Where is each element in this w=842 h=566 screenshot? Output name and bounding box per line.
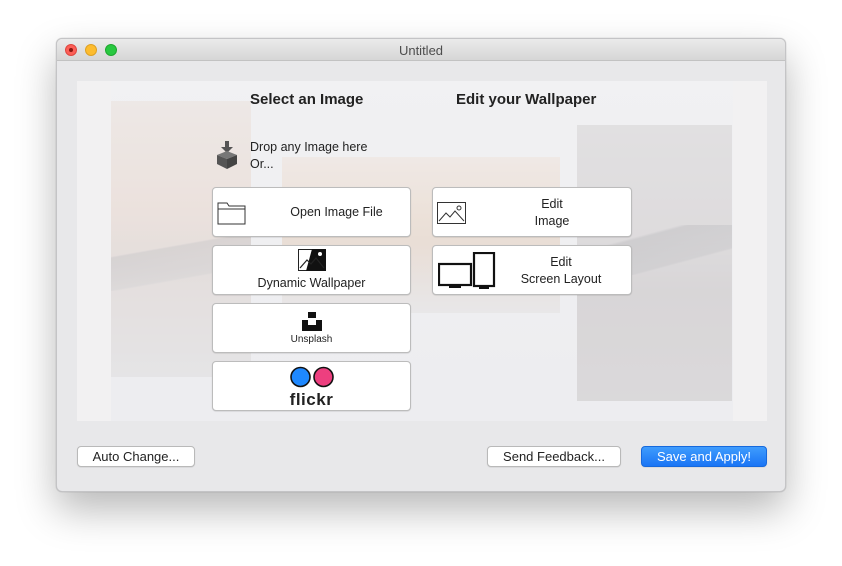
dynamic-wallpaper-icon	[298, 249, 326, 271]
folder-icon	[217, 202, 246, 225]
save-and-apply-button[interactable]: Save and Apply!	[641, 446, 767, 467]
screens-icon	[438, 252, 496, 289]
edit-image-button[interactable]: Edit Image	[432, 187, 632, 237]
edit-wallpaper-heading: Edit your Wallpaper	[456, 91, 597, 108]
wallpaper-preview-backdrop	[77, 81, 767, 421]
app-window: Untitled Select an Image Drop any Image …	[56, 38, 786, 492]
window-title: Untitled	[398, 43, 444, 58]
flickr-logo-icon	[290, 366, 334, 388]
open-image-file-button[interactable]: Open Image File	[212, 187, 411, 237]
drop-zone-text[interactable]: Drop any Image here Or...	[250, 139, 367, 173]
send-feedback-button[interactable]: Send Feedback...	[487, 446, 621, 467]
flickr-button[interactable]: flickr	[212, 361, 411, 411]
image-icon	[437, 202, 466, 224]
edit-screen-layout-button[interactable]: Edit Screen Layout	[432, 245, 632, 295]
dynamic-wallpaper-button[interactable]: Dynamic Wallpaper	[212, 245, 411, 295]
drop-box-icon	[217, 141, 237, 169]
unsplash-logo-icon	[302, 312, 322, 331]
select-image-heading: Select an Image	[250, 91, 364, 108]
auto-change-button[interactable]: Auto Change...	[77, 446, 195, 467]
unsplash-button[interactable]: Unsplash	[212, 303, 411, 353]
title-bar[interactable]: Untitled	[57, 39, 785, 61]
